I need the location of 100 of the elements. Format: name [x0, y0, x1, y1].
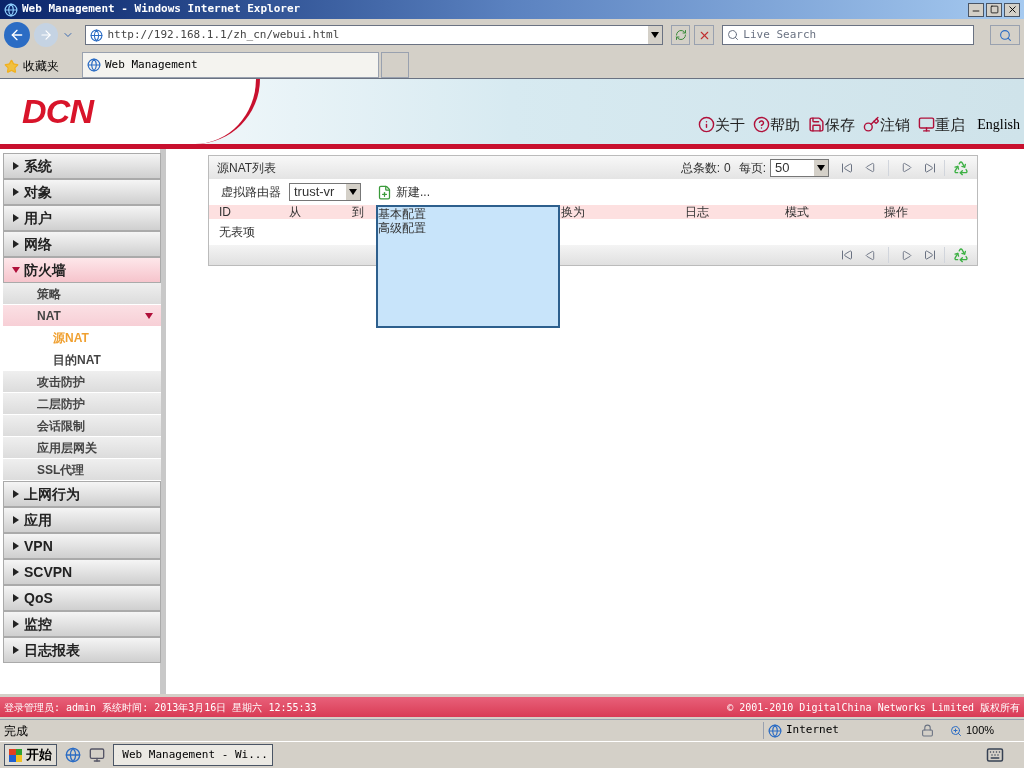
floppy-icon — [808, 116, 826, 134]
keyboard-icon[interactable] — [986, 746, 1004, 764]
column-header: 从 — [289, 205, 301, 219]
refresh-icon[interactable] — [953, 159, 969, 176]
sidebar-item[interactable]: 监控 — [3, 611, 161, 637]
total-label: 总条数: — [680, 159, 720, 177]
per-page-label: 每页: — [738, 159, 766, 177]
caret-icon — [12, 568, 20, 576]
sidebar-item[interactable]: VPN — [3, 533, 161, 559]
refresh-icon — [674, 29, 687, 41]
ie-quicklaunch-icon[interactable] — [65, 747, 81, 763]
windows-logo-icon — [9, 748, 22, 762]
language-link[interactable]: English — [977, 114, 1020, 136]
column-header: 到 — [352, 205, 364, 219]
window-title: Web Management - Windows Internet Explorer — [22, 1, 302, 18]
virtual-router-select[interactable]: trust-vr — [289, 183, 361, 201]
first-page-icon[interactable] — [841, 161, 853, 174]
sidebar-item[interactable]: QoS — [3, 585, 161, 611]
column-header: 模式 — [785, 205, 809, 219]
per-page-select[interactable]: 50 — [770, 158, 829, 177]
sidebar-item[interactable]: 系统 — [3, 153, 161, 179]
last-page-icon[interactable] — [924, 161, 936, 174]
logo: DCN — [22, 91, 94, 132]
search-icon — [727, 29, 740, 41]
restore-button[interactable] — [986, 2, 1002, 17]
lock-icon[interactable] — [921, 724, 934, 737]
sidebar-subitem[interactable]: NAT — [37, 306, 145, 325]
caret-icon — [12, 646, 20, 654]
caret-icon — [650, 31, 659, 39]
caret-icon — [12, 620, 20, 628]
forward-arrow-icon — [38, 28, 53, 42]
back-button[interactable] — [4, 22, 30, 48]
header-action[interactable]: 关于 — [698, 113, 746, 136]
column-header: 日志 — [685, 205, 709, 219]
globe-icon — [768, 723, 782, 738]
info-icon — [698, 116, 716, 134]
caret-icon — [12, 162, 20, 170]
copyright: © 2001-2010 DigitalChina Networks Limited 版权所有 — [727, 700, 1020, 715]
menu-item[interactable]: 高级配置 — [378, 221, 558, 235]
zoom-button[interactable]: 100% — [950, 722, 1020, 739]
virtual-router-label: 虚拟路由器 — [221, 184, 281, 201]
previous-page-icon[interactable] — [865, 249, 876, 261]
header-action[interactable]: 重启 — [918, 113, 966, 136]
sidebar-item[interactable]: 用户 — [3, 205, 161, 231]
sidebar-item[interactable]: 应用 — [3, 507, 161, 533]
search-button[interactable] — [990, 25, 1020, 45]
monitor-icon — [918, 116, 936, 134]
menu-item[interactable]: 基本配置 — [378, 207, 558, 221]
sidebar-item[interactable]: 网络 — [3, 231, 161, 257]
close-icon — [1006, 4, 1018, 15]
favorites-button[interactable]: 收藏夹 — [23, 57, 59, 75]
header-action[interactable]: 保存 — [808, 113, 856, 136]
caret-icon — [349, 188, 357, 196]
column-header: ID — [219, 205, 231, 219]
caret-icon — [12, 516, 20, 524]
sidebar-subitem[interactable]: 应用层网关 — [37, 438, 153, 457]
sidebar-item[interactable]: 上网行为 — [3, 481, 161, 507]
first-page-icon[interactable] — [841, 249, 853, 261]
search-icon — [998, 28, 1012, 42]
refresh-button[interactable] — [670, 25, 691, 45]
previous-page-icon[interactable] — [865, 162, 876, 173]
desktop-quicklaunch-icon[interactable] — [89, 747, 105, 763]
zone-text: Internet — [786, 722, 839, 739]
restore-icon — [989, 5, 999, 14]
last-page-icon[interactable] — [924, 249, 936, 261]
taskbar-window-button[interactable]: Web Management - Wi... — [113, 744, 273, 766]
caret-icon — [12, 188, 20, 196]
sidebar-item[interactable]: 防火墙 — [3, 257, 161, 283]
new-button[interactable]: 新建... — [396, 183, 430, 201]
caret-icon — [12, 490, 20, 498]
sidebar-item[interactable]: SCVPN — [3, 559, 161, 585]
page-icon — [90, 28, 104, 42]
stop-button[interactable] — [694, 25, 715, 45]
start-button[interactable]: 开始 — [4, 744, 57, 766]
key-icon — [863, 116, 881, 134]
sidebar-subitem[interactable]: 二层防护 — [37, 394, 153, 413]
sidebar-subitem[interactable]: SSL代理 — [37, 460, 153, 479]
sidebar-subitem[interactable]: 会话限制 — [37, 416, 153, 435]
panel-title: 源NAT列表 — [217, 159, 278, 177]
header-action[interactable]: 帮助 — [753, 113, 801, 136]
address-field[interactable]: http://192.168.1.1/zh_cn/webui.html — [85, 25, 663, 45]
header-action[interactable]: 注销 — [863, 113, 911, 136]
close-button[interactable] — [1004, 2, 1020, 17]
column-header: 操作 — [884, 205, 908, 219]
refresh-icon[interactable] — [953, 247, 969, 263]
ie-icon — [87, 58, 101, 72]
next-page-icon[interactable] — [901, 162, 912, 173]
search-field[interactable]: Live Search — [722, 25, 975, 45]
browser-tab[interactable]: Web Management — [82, 52, 379, 78]
sidebar-item[interactable]: 对象 — [3, 179, 161, 205]
help-icon — [753, 116, 771, 134]
caret-icon — [817, 163, 825, 172]
minimize-button[interactable] — [968, 2, 984, 17]
next-page-icon[interactable] — [901, 249, 912, 261]
caret-icon — [12, 594, 20, 602]
sidebar-subitem[interactable]: 策略 — [37, 284, 153, 303]
star-icon — [4, 58, 19, 74]
ie-icon — [4, 2, 18, 17]
sidebar-subitem[interactable]: 攻击防护 — [37, 372, 153, 391]
sidebar-item[interactable]: 日志报表 — [3, 637, 161, 663]
